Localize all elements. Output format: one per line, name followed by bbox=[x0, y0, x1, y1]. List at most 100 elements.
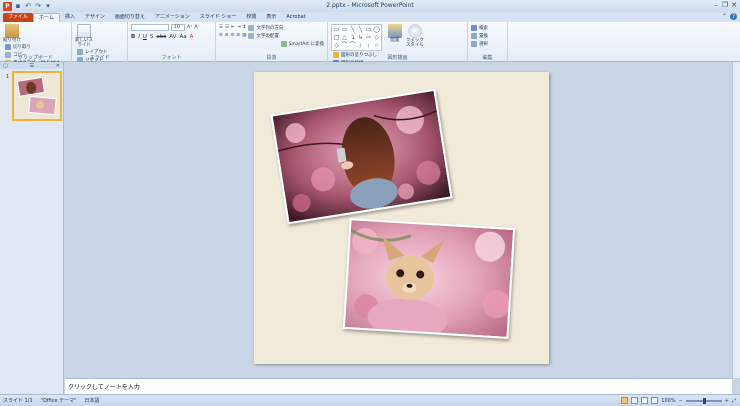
bullets-button[interactable]: ☰ bbox=[219, 24, 223, 31]
shape-icon[interactable]: ﹚ bbox=[365, 42, 372, 49]
tab-transitions[interactable]: 画面切り替え bbox=[110, 13, 150, 22]
group-label-clipboard: クリップボード bbox=[17, 55, 53, 61]
zoom-slider[interactable] bbox=[685, 397, 722, 404]
line-spacing-button[interactable]: ↕ bbox=[243, 24, 247, 31]
slide-thumbnail[interactable] bbox=[12, 71, 62, 121]
shape-icon[interactable]: ﹙ bbox=[357, 42, 364, 49]
shape-icon[interactable]: ⌒ bbox=[341, 42, 348, 49]
align-text-button[interactable]: 文字の配置 bbox=[248, 32, 279, 39]
notes-pane[interactable]: クリックしてノートを入力 bbox=[65, 378, 732, 394]
shape-icon[interactable]: ⌒ bbox=[349, 42, 356, 49]
cut-button[interactable]: 切り取り bbox=[5, 43, 60, 50]
underline-button[interactable]: U bbox=[143, 34, 147, 40]
normal-view-button[interactable] bbox=[621, 397, 629, 404]
powerpoint-app-icon[interactable]: P bbox=[3, 1, 12, 11]
font-color-button[interactable]: A bbox=[190, 34, 194, 40]
triangle-icon[interactable]: △ bbox=[341, 34, 348, 41]
change-case-button[interactable]: Aa bbox=[179, 34, 186, 40]
font-size-box[interactable]: 10 bbox=[171, 24, 185, 31]
language-indicator[interactable]: 日本語 bbox=[84, 397, 99, 404]
group-label-slides: スライド bbox=[89, 55, 110, 61]
reading-view-button[interactable] bbox=[641, 397, 649, 404]
columns-button[interactable]: ▥ bbox=[242, 32, 246, 39]
smartart-button[interactable]: SmartArt に変換 bbox=[280, 40, 324, 47]
quick-styles-button[interactable]: クイック スタイル bbox=[406, 24, 424, 48]
shape-icon[interactable]: ◇ bbox=[373, 34, 380, 41]
decrease-indent-button[interactable]: ⇤ bbox=[231, 24, 235, 31]
zoom-out-icon[interactable]: − bbox=[679, 398, 683, 404]
tab-view[interactable]: 表示 bbox=[261, 13, 281, 22]
italic-button[interactable]: I bbox=[138, 34, 140, 40]
arrow-icon[interactable]: ⇨ bbox=[365, 34, 372, 41]
tab-acrobat[interactable]: Acrobat bbox=[281, 13, 310, 22]
photo-chihuahua-blossoms[interactable] bbox=[342, 218, 516, 339]
undo-icon[interactable]: ↶ bbox=[24, 2, 32, 10]
replace-button[interactable]: 置換 bbox=[471, 32, 488, 39]
grow-font-button[interactable]: A⁺ bbox=[187, 24, 192, 31]
tab-insert[interactable]: 挿入 bbox=[60, 13, 80, 22]
line-icon[interactable]: ╲ bbox=[349, 26, 356, 33]
slide-canvas[interactable] bbox=[254, 72, 549, 364]
select-button[interactable]: 選択 bbox=[471, 40, 488, 47]
line-icon[interactable]: ╲ bbox=[357, 26, 364, 33]
zoom-slider-thumb[interactable] bbox=[702, 397, 706, 404]
tab-slideshow[interactable]: スライド ショー bbox=[195, 13, 242, 22]
zoom-level[interactable]: 100% bbox=[661, 398, 675, 404]
numbering-button[interactable]: ☷ bbox=[225, 24, 229, 31]
shrink-font-button[interactable]: A⁻ bbox=[194, 24, 199, 31]
star-icon[interactable]: ☆ bbox=[373, 42, 380, 49]
ribbon-tabs: ファイル ホーム 挿入 デザイン 画面切り替え アニメーション スライド ショー… bbox=[0, 12, 740, 22]
arrow-icon[interactable]: ↴ bbox=[349, 34, 356, 41]
minimize-ribbon-icon[interactable]: ⌃ bbox=[721, 13, 728, 20]
close-pane-icon[interactable]: ✕ bbox=[56, 63, 60, 69]
arrange-button[interactable]: 配置 bbox=[386, 24, 404, 43]
bold-button[interactable]: B bbox=[131, 34, 135, 40]
save-icon[interactable]: ▪ bbox=[14, 2, 22, 10]
zoom-in-icon[interactable]: + bbox=[725, 398, 729, 404]
align-left-button[interactable]: ≡ bbox=[219, 32, 223, 39]
tab-animations[interactable]: アニメーション bbox=[150, 13, 195, 22]
justify-button[interactable]: ≡ bbox=[236, 32, 240, 39]
restore-icon[interactable]: ❐ bbox=[721, 1, 729, 9]
slide-sorter-view-button[interactable] bbox=[631, 397, 639, 404]
fit-slide-icon[interactable]: ⤢ bbox=[732, 398, 736, 404]
new-slide-button[interactable]: 新しいスライド bbox=[75, 24, 93, 48]
slides-tab-icon[interactable]: ▢ bbox=[3, 63, 8, 69]
find-button[interactable]: 検索 bbox=[471, 24, 488, 31]
strikethrough-button[interactable]: abc bbox=[156, 34, 166, 40]
shape-icon[interactable]: ◇ bbox=[333, 42, 340, 49]
tab-review[interactable]: 校閲 bbox=[241, 13, 261, 22]
replace-icon bbox=[471, 32, 477, 39]
align-right-button[interactable]: ≡ bbox=[231, 32, 235, 39]
font-name-box[interactable] bbox=[131, 24, 169, 31]
rectangle-icon[interactable]: ▭ bbox=[341, 26, 348, 33]
outline-tab-icon[interactable]: ☰ bbox=[30, 63, 34, 69]
increase-indent-button[interactable]: ⇥ bbox=[237, 24, 241, 31]
paste-button[interactable]: 貼り付け bbox=[3, 24, 21, 43]
align-center-button[interactable]: ≡ bbox=[225, 32, 229, 39]
shapes-gallery[interactable]: ▭ ▭ ╲ ╲ ▭ ◯ □ △ ↴ ↳ ⇨ ◇ ◇ ⌒ ⌒ ﹙ ﹚ ☆ bbox=[331, 24, 382, 51]
rectangle-icon[interactable]: ▭ bbox=[333, 26, 340, 33]
char-spacing-button[interactable]: AV bbox=[169, 34, 176, 40]
thumbnail-preview bbox=[14, 73, 60, 119]
slide-editor bbox=[65, 62, 732, 378]
group-label-font: フォント bbox=[161, 55, 182, 61]
slideshow-view-button[interactable] bbox=[651, 397, 659, 404]
tab-design[interactable]: デザイン bbox=[80, 13, 110, 22]
customize-qat-icon[interactable]: ▾ bbox=[44, 2, 52, 10]
photo-woman-cherry-blossoms[interactable] bbox=[270, 88, 453, 225]
tab-file[interactable]: ファイル bbox=[3, 13, 34, 22]
close-icon[interactable]: ✕ bbox=[730, 1, 738, 9]
shadow-button[interactable]: S bbox=[150, 34, 154, 40]
tab-home[interactable]: ホーム bbox=[33, 13, 60, 22]
text-direction-button[interactable]: 文字列の方向 bbox=[248, 24, 283, 31]
rectangle-icon[interactable]: ▭ bbox=[365, 26, 372, 33]
oval-icon[interactable]: ◯ bbox=[373, 26, 380, 33]
rectangle-icon[interactable]: □ bbox=[333, 34, 340, 41]
bent-arrow-icon[interactable]: ↳ bbox=[357, 34, 364, 41]
minimize-icon[interactable]: – bbox=[712, 1, 720, 9]
redo-icon[interactable]: ↷ bbox=[34, 2, 42, 10]
window-controls: – ❐ ✕ bbox=[712, 1, 738, 9]
help-icon[interactable]: ? bbox=[730, 13, 737, 20]
vertical-scrollbar[interactable] bbox=[732, 62, 740, 378]
